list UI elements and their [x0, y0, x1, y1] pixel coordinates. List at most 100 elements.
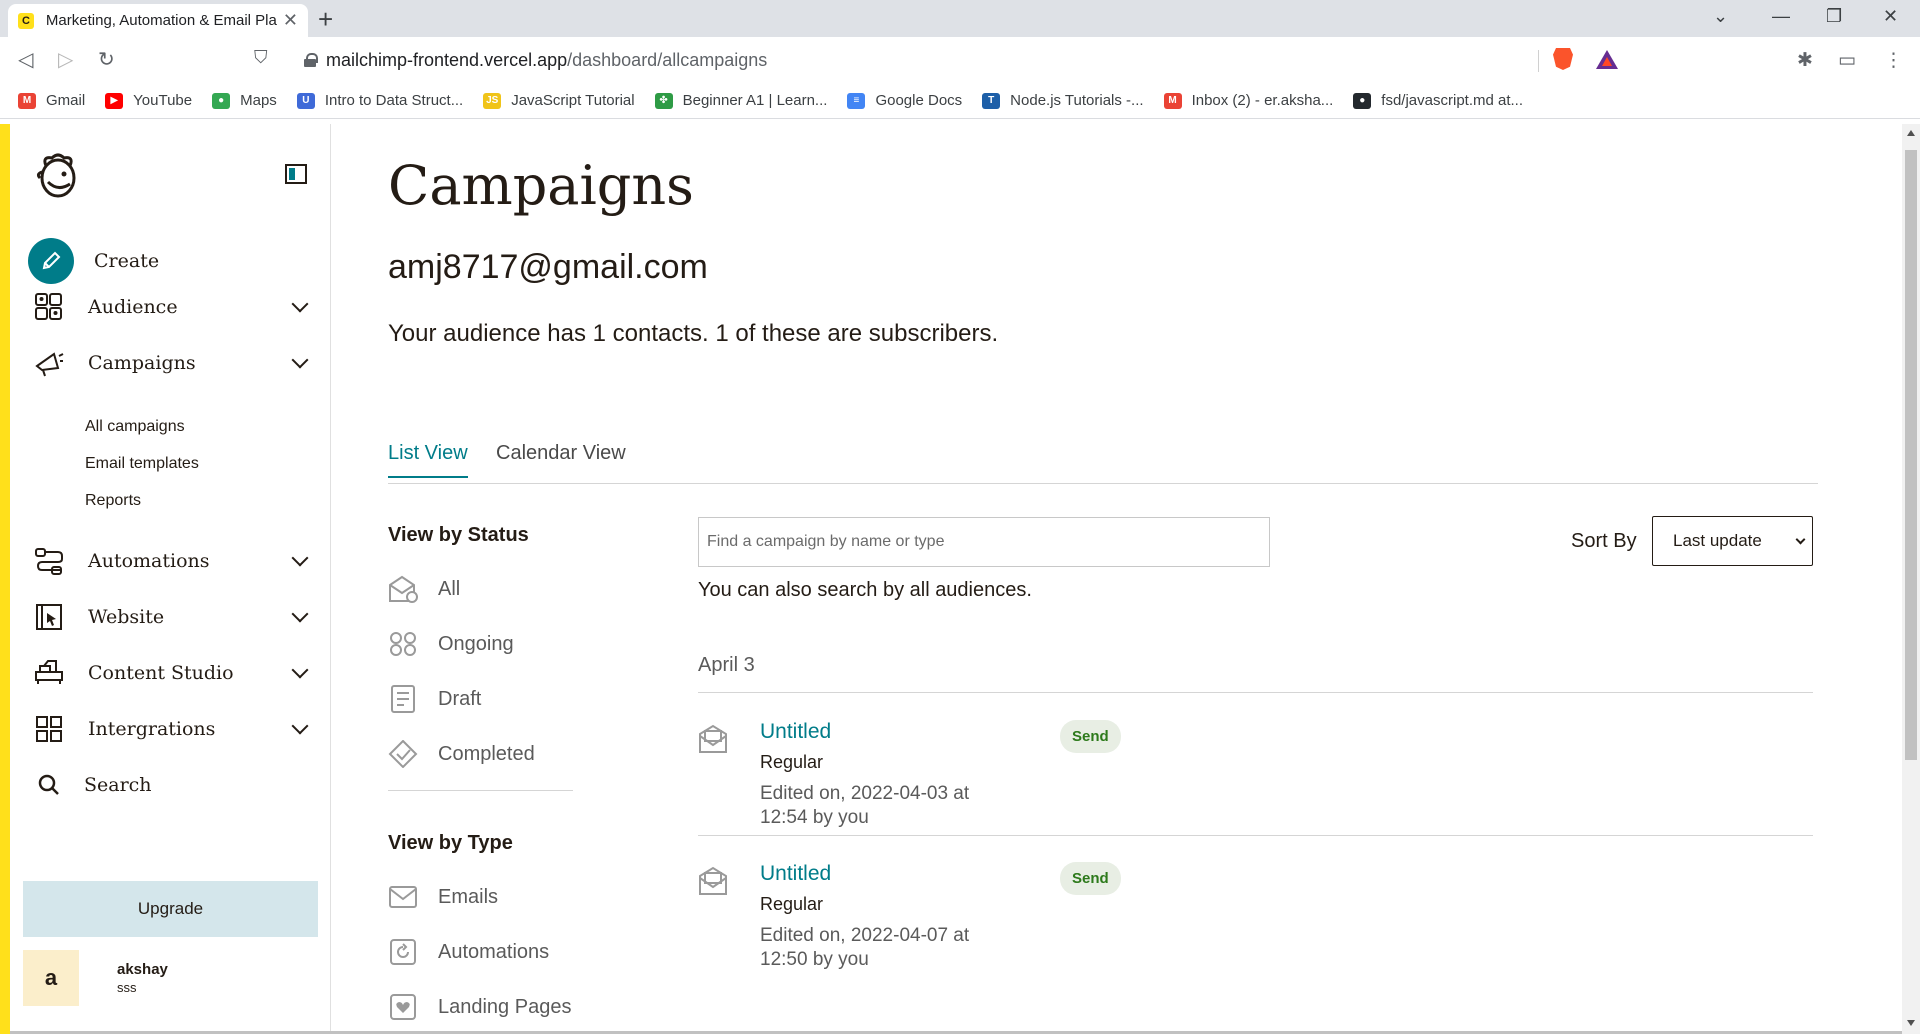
sidebar-subitem-reports[interactable]: Reports [85, 492, 141, 510]
avatar: a [23, 950, 79, 1006]
automations-icon [34, 546, 64, 576]
sidebar-item-label: Content Studio [88, 662, 234, 684]
filter-landing-pages[interactable]: Landing Pages [388, 993, 571, 1021]
bookmark-item[interactable]: JS JavaScript Tutorial [483, 92, 635, 109]
vertical-scrollbar[interactable] [1902, 124, 1920, 1034]
sidebar: Create Audience Campaigns All campaigns … [10, 124, 331, 1034]
user-name: akshay [117, 961, 168, 978]
account-email: amj8717@gmail.com [388, 248, 708, 286]
sidebar-item-campaigns[interactable]: Campaigns [34, 345, 316, 381]
sidebar-item-content-studio[interactable]: Content Studio [34, 655, 316, 691]
mailchimp-logo-icon[interactable] [34, 152, 82, 200]
sidebar-item-search[interactable]: Search [34, 767, 316, 803]
filter-label: Emails [438, 885, 499, 908]
sidebar-subitem-email-templates[interactable]: Email templates [85, 455, 199, 473]
sidebar-item-label: Audience [88, 296, 178, 318]
sidebar-item-automations[interactable]: Automations [34, 543, 316, 579]
brave-rewards-icon[interactable] [1596, 50, 1618, 69]
scroll-up-icon[interactable] [1907, 130, 1915, 136]
scroll-down-icon[interactable] [1907, 1020, 1915, 1026]
bookmark-item[interactable]: ▶ YouTube [105, 92, 192, 109]
chevron-down-icon[interactable] [291, 717, 309, 735]
mailchimp-favicon-icon: C [18, 12, 34, 29]
chevron-down-icon[interactable] [291, 295, 309, 313]
bookmark-item[interactable]: ● fsd/javascript.md at... [1353, 92, 1523, 109]
minimize-icon[interactable]: — [1772, 6, 1790, 27]
filter-emails[interactable]: Emails [388, 883, 498, 911]
view-tabs: List View Calendar View [388, 442, 1818, 484]
tab-list-view[interactable]: List View [388, 442, 468, 478]
filter-label: Automations [438, 940, 550, 963]
campaign-email-icon [699, 724, 727, 753]
user-profile[interactable]: a akshay sss [23, 950, 168, 1006]
sort-select[interactable]: Last update [1652, 516, 1813, 566]
filter-automations[interactable]: Automations [388, 938, 549, 966]
brave-shields-icon[interactable] [1553, 48, 1573, 70]
chevron-down-icon[interactable] [291, 605, 309, 623]
chevron-down-icon[interactable] [291, 661, 309, 679]
sidebar-item-website[interactable]: Website [34, 599, 316, 635]
filter-ongoing[interactable]: Ongoing [388, 630, 514, 658]
bookmark-label: JavaScript Tutorial [511, 92, 635, 109]
campaign-name-link[interactable]: Untitled [760, 720, 831, 744]
docs-icon: ≡ [847, 92, 866, 109]
upgrade-button[interactable]: Upgrade [23, 881, 318, 937]
bookmark-item[interactable]: ≡ Google Docs [847, 92, 962, 109]
gmail-icon: M [18, 92, 36, 109]
restore-icon[interactable]: ❐ [1826, 6, 1842, 27]
megaphone-icon [34, 348, 64, 378]
tab-title: Marketing, Automation & Email Platform [45, 12, 277, 29]
bookmark-label: Google Docs [875, 92, 963, 109]
sidebar-item-label: Website [88, 606, 165, 628]
reload-icon[interactable]: ↻ [98, 47, 115, 72]
lock-icon [304, 53, 318, 67]
bookmark-item[interactable]: M Inbox (2) - er.aksha... [1163, 92, 1333, 109]
new-tab-icon[interactable]: + [318, 4, 333, 34]
filter-all[interactable]: All [388, 575, 460, 603]
browser-tab[interactable]: C Marketing, Automation & Email Platform… [8, 4, 308, 37]
bookmark-label: Intro to Data Struct... [324, 92, 464, 109]
menu-icon[interactable]: ⋮ [1884, 49, 1903, 72]
tab-search-chevron-icon[interactable]: ⌄ [1713, 6, 1728, 27]
filter-completed[interactable]: Completed [388, 740, 535, 768]
window-close-icon[interactable]: ✕ [1883, 6, 1898, 27]
filter-label: Completed [438, 742, 535, 765]
campaign-row[interactable]: Untitled Regular Edited on, 2022-04-07 a… [698, 862, 1813, 992]
campaign-name-link[interactable]: Untitled [760, 862, 831, 886]
filter-draft[interactable]: Draft [388, 685, 481, 713]
url-field[interactable]: mailchimp-frontend.vercel.app/dashboard/… [292, 43, 1630, 77]
bookmark-item[interactable]: T Node.js Tutorials -... [982, 92, 1144, 109]
sidebar-item-audience[interactable]: Audience [34, 289, 316, 325]
sidebar-collapse-icon[interactable] [285, 164, 307, 184]
status-badge: Send [1060, 720, 1121, 753]
wallet-icon[interactable]: ▭ [1838, 49, 1856, 72]
draft-icon [388, 685, 418, 713]
campaign-search-input[interactable] [698, 517, 1270, 567]
bookmark-item[interactable]: ● Maps [212, 92, 277, 109]
bookmark-item[interactable]: M Gmail [18, 92, 85, 109]
sidebar-item-label: Campaigns [88, 352, 196, 374]
chevron-down-icon[interactable] [291, 351, 309, 369]
bookmark-item[interactable]: U Intro to Data Struct... [296, 92, 464, 109]
back-icon[interactable]: ◁ [18, 47, 33, 72]
forward-icon[interactable]: ▷ [58, 47, 73, 72]
url-host: mailchimp-frontend.vercel.app [326, 49, 568, 70]
page-title: Campaigns [388, 154, 694, 217]
bookmark-item[interactable]: ✤ Beginner A1 | Learn... [654, 92, 827, 109]
extensions-icon[interactable]: ✱ [1797, 49, 1813, 72]
campaign-row[interactable]: Untitled Regular Edited on, 2022-04-03 a… [698, 720, 1813, 850]
bookmark-icon[interactable]: ⛉ [254, 47, 268, 68]
filter-divider [388, 790, 573, 791]
bookmarks-bar: M Gmail ▶ YouTube ● Maps U Intro to Data Struct… [0, 83, 1920, 119]
browser-tab-strip: C Marketing, Automation & Email Platform… [0, 0, 1920, 37]
tab-close-icon[interactable]: ✕ [283, 10, 298, 31]
sort-label: Sort By [1571, 530, 1637, 552]
scroll-thumb[interactable] [1905, 150, 1917, 760]
tab-calendar-view[interactable]: Calendar View [496, 442, 626, 475]
chevron-down-icon[interactable] [291, 549, 309, 567]
sidebar-subitem-all-campaigns[interactable]: All campaigns [85, 418, 185, 436]
create-button[interactable]: Create [28, 238, 159, 284]
filter-label: Landing Pages [438, 995, 572, 1018]
filter-label: Draft [438, 687, 482, 710]
sidebar-item-integrations[interactable]: Intergrations [34, 711, 316, 747]
